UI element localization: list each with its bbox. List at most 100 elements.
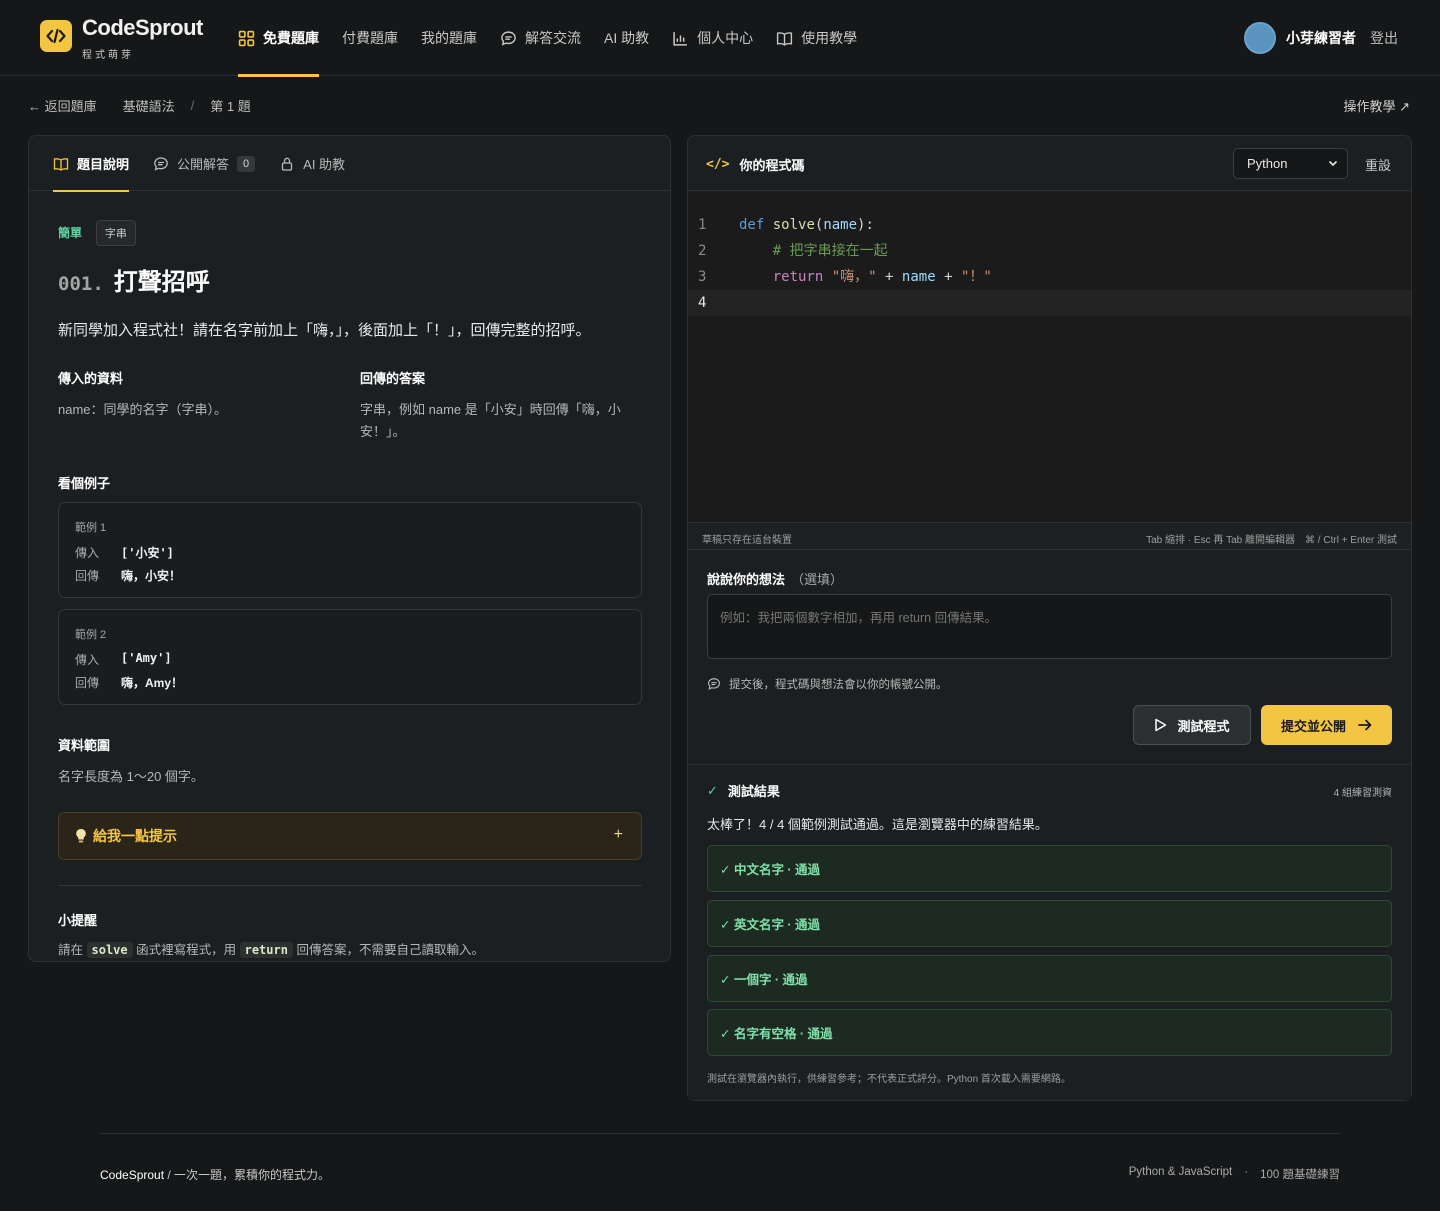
code-token: + [885, 269, 894, 285]
input-heading: 傳入的資料 [58, 371, 124, 386]
book-icon [777, 31, 793, 46]
code-line: 1 def solve(name): [688, 212, 1411, 238]
example-output-label: 回傳 [75, 569, 100, 583]
line-number: 4 [698, 295, 707, 311]
test-case-row[interactable]: ✓ 名字有空格 · 通過 [707, 1009, 1392, 1056]
chevron-down-icon [1328, 160, 1338, 167]
tab-description[interactable]: 題目說明 [53, 136, 130, 192]
example-input-value: ['小安'] [121, 546, 174, 560]
footer-problem-count: 100 題基礎練習 [1260, 1169, 1340, 1181]
lightbulb-icon [76, 829, 86, 843]
example-label: 範例 2 [75, 629, 107, 641]
code-token: solve [772, 217, 815, 233]
tab-label: 題目說明 [77, 157, 130, 172]
public-note: 提交後，程式碼與想法會以你的帳號公開。 [707, 676, 948, 692]
check-icon: ✓ [707, 782, 718, 798]
user-name[interactable]: 小芽練習者 [1286, 28, 1356, 48]
reset-button[interactable]: 重設 [1365, 155, 1391, 174]
language-select[interactable]: Python [1233, 148, 1348, 179]
range-text: 名字長度為 1～20 個字。 [58, 769, 204, 784]
code-editor[interactable]: 1 def solve(name): 2 # 把字串接在一起 3 return … [688, 192, 1411, 522]
submit-publish-button[interactable]: 提交並公開 [1261, 705, 1392, 745]
book-icon [53, 157, 69, 171]
example-output-label: 回傳 [75, 676, 100, 690]
nav-item-paid-problems[interactable]: 付費題庫 [342, 0, 398, 76]
example-input-label: 傳入 [75, 546, 100, 560]
tip-text-part: 函式裡寫程式，用 [136, 943, 237, 957]
brand-name[interactable]: CodeSprout [82, 15, 203, 41]
user-menu[interactable]: 小芽練習者 登出 [1244, 22, 1398, 54]
draft-note: 草稿只存在這台裝置 [702, 535, 792, 546]
back-to-bank-link[interactable]: ← 返回題庫 [28, 96, 97, 115]
topic-tag[interactable]: 字串 [95, 220, 136, 246]
problem-title-text: 打聲招呼 [113, 269, 210, 296]
arrow-right-icon [1358, 719, 1372, 731]
breadcrumb-category[interactable]: 基礎語法 [123, 96, 175, 115]
divider [58, 885, 642, 886]
test-code-button[interactable]: 測試程式 [1133, 705, 1251, 745]
tip-text-part: 請在 [58, 943, 84, 957]
nav-item-free-problems[interactable]: 免費題庫 [238, 0, 319, 77]
code-token: name [823, 217, 858, 233]
test-case-row[interactable]: ✓ 一個字 · 通過 [707, 955, 1392, 1002]
example-input-label: 傳入 [75, 653, 100, 667]
hint-toggle[interactable]: 給我一點提示 + [58, 812, 642, 860]
code-token: # 把字串接在一起 [772, 243, 888, 259]
code-token: def [739, 217, 765, 233]
avatar[interactable] [1244, 22, 1276, 54]
footer-divider [100, 1133, 1340, 1134]
public-note-text: 提交後，程式碼與想法會以你的帳號公開。 [729, 679, 948, 691]
logout-link[interactable]: 登出 [1370, 28, 1398, 48]
tab-ai-tutor[interactable]: AI 助教 [279, 136, 345, 191]
tab-public-solutions[interactable]: 公開解答 0 [153, 136, 256, 191]
tip-text: 請在 solve 函式裡寫程式，用 return 回傳答案，不需要自己讀取輸入。 [58, 939, 642, 958]
line-number: 1 [698, 217, 707, 233]
results-footnote: 測試在瀏覽器內執行，供練習參考；不代表正式評分。Python 首次載入需要網路。 [707, 1074, 1071, 1085]
editor-panel: </> 你的程式碼 Python 重設 1 def solve(name): 2… [687, 135, 1412, 1101]
bar-chart-icon [673, 31, 687, 46]
difficulty-label: 簡單 [58, 226, 83, 240]
test-case-row[interactable]: ✓ 中文名字 · 通過 [707, 845, 1392, 892]
thoughts-input[interactable] [707, 594, 1392, 659]
code-token: "嗨，" [831, 269, 877, 285]
operation-guide-link[interactable]: 操作教學 ↗ [1343, 96, 1410, 115]
range-heading: 資料範圍 [58, 738, 111, 753]
chat-icon [154, 156, 168, 171]
code-line: 3 return "嗨，" + name + "！" [688, 264, 1411, 290]
nav-item-tutorial[interactable]: 使用教學 [776, 0, 857, 76]
language-selected: Python [1247, 156, 1288, 171]
nav-item-ai-tutor[interactable]: AI 助教 [604, 0, 649, 76]
code-line-current[interactable]: 4 [688, 290, 1411, 316]
brand-subtitle: 程式萌芽 [82, 50, 134, 61]
footer-brand-name[interactable]: CodeSprout [100, 1168, 164, 1182]
nav-item-discussion[interactable]: 解答交流 [500, 0, 581, 76]
nav-label: AI 助教 [604, 30, 650, 46]
editor-title: 你的程式碼 [739, 158, 805, 173]
footer-meta: Python & JavaScript · 100 題基礎練習 [1129, 1166, 1340, 1182]
breadcrumb: ← 返回題庫 基礎語法 / 第 1 題 [28, 96, 251, 115]
grid-icon [238, 30, 255, 46]
breadcrumb-current: 第 1 題 [210, 99, 251, 114]
tab-label: 公開解答 [177, 157, 230, 172]
code-token: "！" [960, 269, 992, 285]
output-heading: 回傳的答案 [360, 371, 426, 386]
code-token: name [901, 269, 936, 285]
code-token: ): [857, 217, 874, 233]
editor-status-bar: 草稿只存在這台裝置 Tab 縮排 · Esc 再 Tab 離開編輯器 ⌘ / C… [688, 522, 1411, 550]
problem-number: 001. [58, 273, 104, 295]
example-input-value: ['Amy'] [121, 651, 172, 665]
nav-label: 個人中心 [697, 30, 754, 46]
nav-item-profile[interactable]: 個人中心 [672, 0, 753, 76]
test-case-row[interactable]: ✓ 英文名字 · 通過 [707, 900, 1392, 947]
nav-label: 我的題庫 [421, 30, 477, 46]
code-line: 2 # 把字串接在一起 [688, 238, 1411, 264]
thoughts-heading-text: 說說你的想法 [707, 572, 786, 587]
nav-item-my-problems[interactable]: 我的題庫 [421, 0, 477, 76]
editor-header: </> 你的程式碼 Python 重設 [688, 136, 1411, 191]
hint-label: 給我一點提示 [93, 828, 177, 844]
tab-label: AI 助教 [303, 157, 346, 172]
output-text: 字串，例如 name 是「小安」時回傳「嗨，小安！」。 [360, 402, 621, 439]
examples-heading: 看個例子 [58, 476, 111, 491]
example-card: 範例 2 傳入 ['Amy'] 回傳 嗨，Amy！ [58, 609, 642, 705]
code-brackets-icon[interactable] [40, 20, 72, 52]
